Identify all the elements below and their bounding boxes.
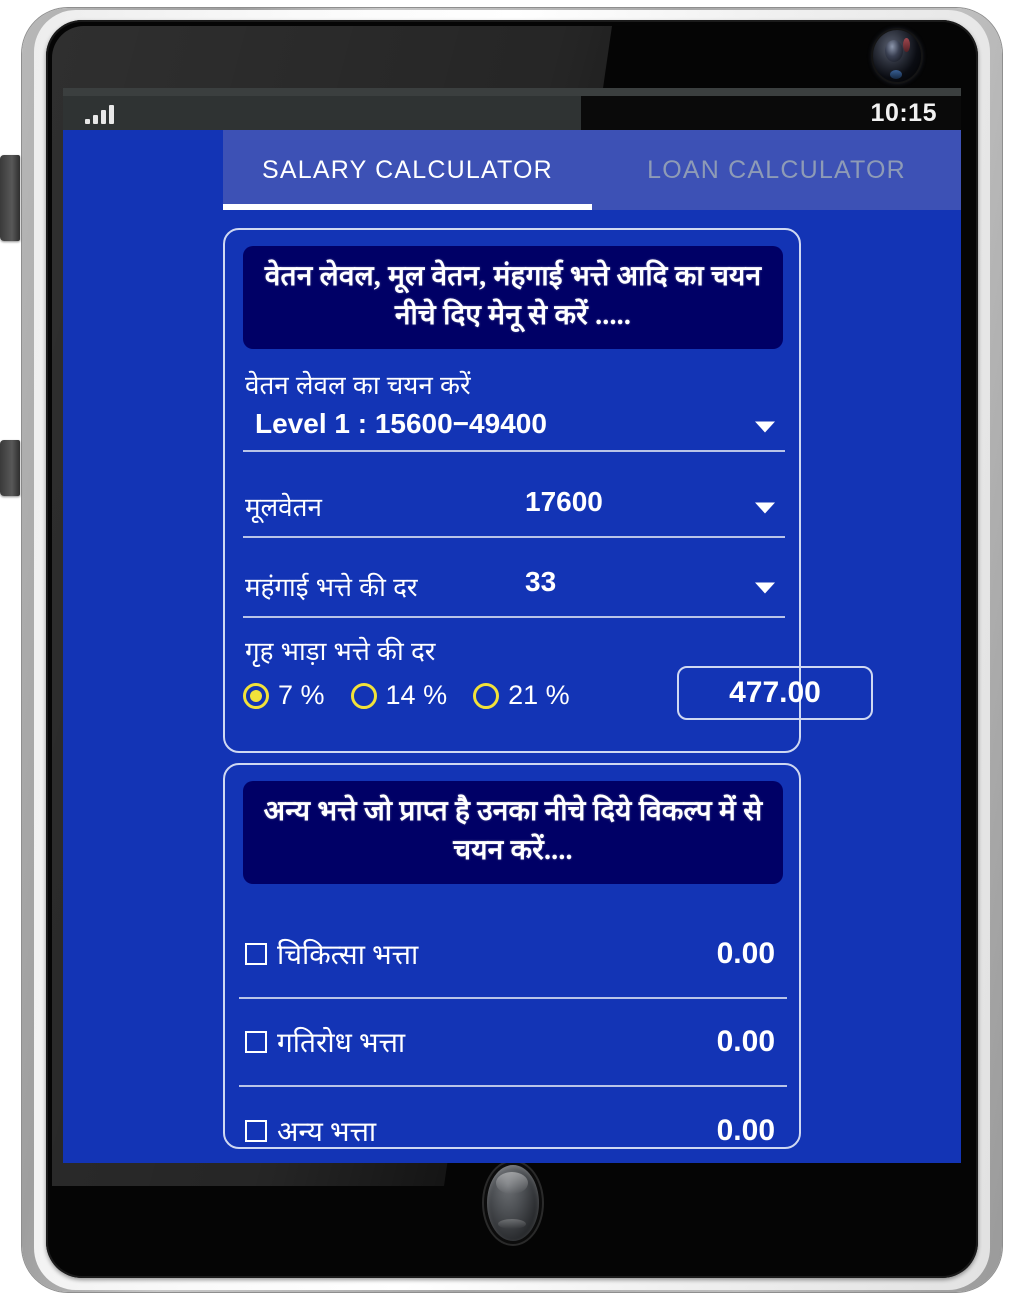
- other-allowances-card: अन्य भत्ते जो प्राप्त है उनका नीचे दिये …: [223, 763, 801, 1149]
- pay-level-spinner[interactable]: Level 1 : 15600−49400: [243, 404, 785, 452]
- status-bar: 10:15: [63, 96, 961, 130]
- da-rate-label: महंगाई भत्ते की दर: [245, 572, 418, 602]
- chevron-down-icon: [755, 502, 775, 514]
- checkbox-medical-allowance[interactable]: [245, 943, 267, 965]
- app-content: वेतन लेवल, मूल वेतन, मंहगाई भत्ते आदि का…: [63, 210, 961, 1163]
- medical-allowance-value: 0.00: [716, 937, 775, 970]
- allowance-row-stagnation[interactable]: गतिरोध भत्ता 0.00: [239, 999, 787, 1087]
- stagnation-allowance-label: गतिरोध भत्ता: [277, 1028, 406, 1059]
- power-button[interactable]: [0, 440, 20, 496]
- tab-bar: SALARY CALCULATOR LOAN CALCULATOR: [223, 130, 961, 210]
- checkbox-other-allowance[interactable]: [245, 1120, 267, 1142]
- hra-radio-7-label: 7 %: [278, 680, 325, 710]
- device-screen: 10:15 SALARY CALCULATOR LOAN CALCULATOR …: [63, 88, 961, 1163]
- hra-amount-field[interactable]: 477.00: [677, 666, 873, 720]
- hra-radio-14[interactable]: [350, 682, 377, 709]
- allowance-row-medical[interactable]: चिकित्सा भत्ता 0.00: [239, 911, 787, 999]
- allowance-card-banner: अन्य भत्ते जो प्राप्त है उनका नीचे दिये …: [243, 781, 783, 885]
- allowance-row-other[interactable]: अन्य भत्ता 0.00: [239, 1087, 787, 1163]
- volume-button[interactable]: [0, 155, 20, 241]
- app-window: SALARY CALCULATOR LOAN CALCULATOR वेतन ल…: [63, 130, 961, 1163]
- status-bar-clock: 10:15: [870, 99, 937, 127]
- checkbox-stagnation-allowance[interactable]: [245, 1031, 267, 1053]
- pay-level-label: वेतन लेवल का चयन करें: [245, 370, 471, 400]
- signal-bars-icon: [85, 104, 114, 124]
- salary-input-card: वेतन लेवल, मूल वेतन, मंहगाई भत्ते आदि का…: [223, 228, 873, 753]
- front-camera-icon: [873, 30, 921, 82]
- tab-loan-calculator[interactable]: LOAN CALCULATOR: [592, 130, 961, 210]
- other-allowance-value: 0.00: [716, 1114, 775, 1147]
- salary-card-banner: वेतन लेवल, मूल वेतन, मंहगाई भत्ते आदि का…: [243, 246, 783, 350]
- hra-rate-label: गृह भाड़ा भत्ते की दर: [245, 636, 436, 666]
- home-button[interactable]: [487, 1165, 539, 1241]
- pay-level-value: Level 1 : 15600−49400: [255, 408, 547, 439]
- basic-pay-label: मूलवेतन: [245, 492, 322, 522]
- medical-allowance-label: चिकित्सा भत्ता: [277, 940, 419, 971]
- other-allowance-label: अन्य भत्ता: [277, 1117, 377, 1148]
- hra-radio-7[interactable]: [243, 682, 269, 709]
- hra-radio-21[interactable]: [473, 682, 500, 709]
- stagnation-allowance-value: 0.00: [716, 1025, 775, 1058]
- basic-pay-value: 17600: [525, 486, 603, 517]
- basic-pay-spinner[interactable]: मूलवेतन 17600: [243, 480, 785, 538]
- tablet-device: 10:15 SALARY CALCULATOR LOAN CALCULATOR …: [0, 0, 1024, 1300]
- chevron-down-icon: [755, 421, 775, 433]
- hra-radio-group: 7 % 14 % 21 % 477.00: [243, 666, 873, 720]
- hra-radio-14-label: 14 %: [385, 680, 448, 710]
- da-rate-value: 33: [525, 566, 557, 597]
- chevron-down-icon: [755, 582, 775, 594]
- tab-salary-calculator[interactable]: SALARY CALCULATOR: [223, 130, 592, 210]
- da-rate-spinner[interactable]: महंगाई भत्ते की दर 33: [243, 560, 785, 618]
- hra-radio-21-label: 21 %: [508, 680, 570, 710]
